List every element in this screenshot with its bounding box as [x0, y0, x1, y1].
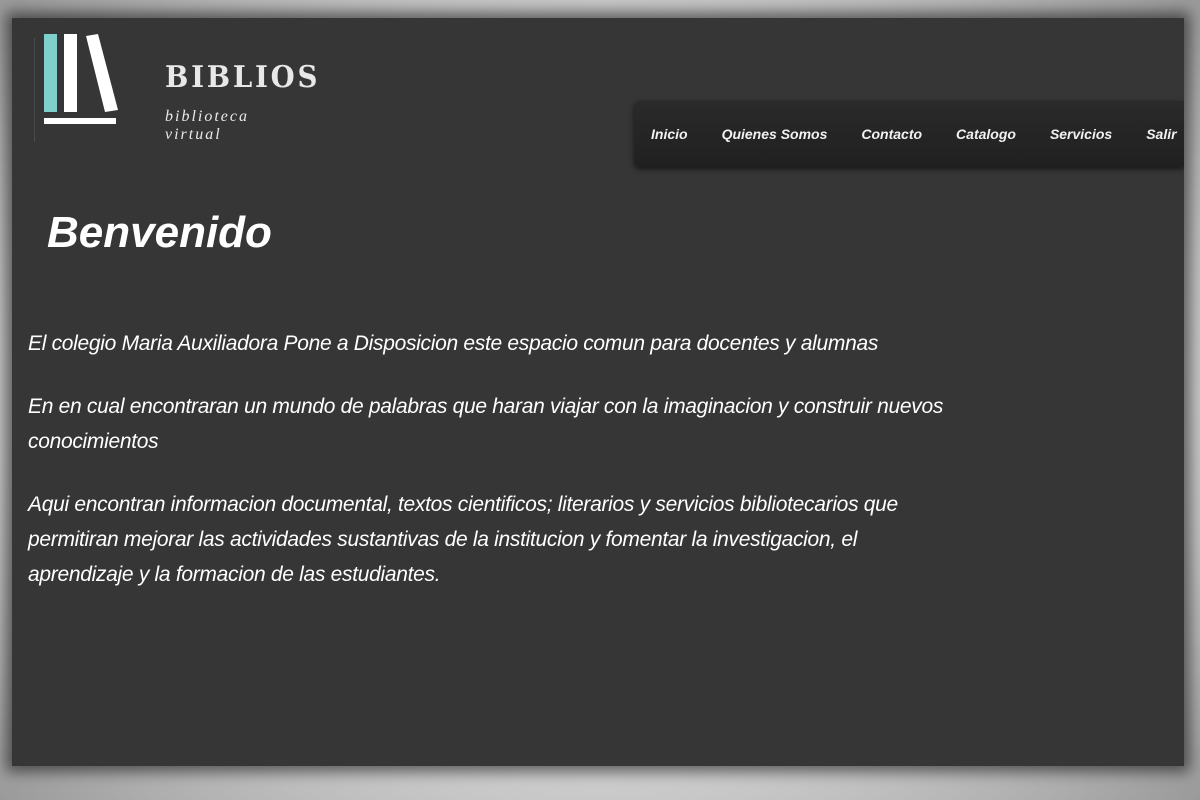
logo-divider — [34, 38, 35, 142]
main-content: El colegio Maria Auxiliadora Pone a Disp… — [28, 326, 958, 620]
nav-item-catalogo[interactable]: Catalogo — [939, 117, 1033, 151]
nav-item-contacto[interactable]: Contacto — [844, 117, 939, 151]
intro-paragraph: El colegio Maria Auxiliadora Pone a Disp… — [28, 332, 879, 355]
main-nav: Inicio Quienes Somos Contacto Catalogo S… — [634, 101, 1184, 167]
intro-paragraph: Aqui encontran informacion documental, t… — [28, 493, 898, 586]
screenshot-frame: BIBLIOS biblioteca virtual Inicio Quiene… — [0, 0, 1200, 800]
nav-item-inicio[interactable]: Inicio — [634, 117, 705, 151]
page-title: Benvenido — [47, 208, 272, 257]
brand-tagline: biblioteca virtual — [165, 108, 249, 143]
books-icon — [44, 34, 118, 124]
logo[interactable]: BIBLIOS biblioteca virtual — [40, 32, 317, 143]
intro-paragraph: En en cual encontraran un mundo de palab… — [28, 395, 944, 453]
nav-item-salir[interactable]: Salir — [1129, 117, 1184, 151]
nav-item-quienes-somos[interactable]: Quienes Somos — [705, 117, 845, 151]
nav-item-servicios[interactable]: Servicios — [1033, 117, 1129, 151]
page: BIBLIOS biblioteca virtual Inicio Quiene… — [12, 18, 1184, 766]
brand-name: BIBLIOS — [165, 60, 321, 95]
